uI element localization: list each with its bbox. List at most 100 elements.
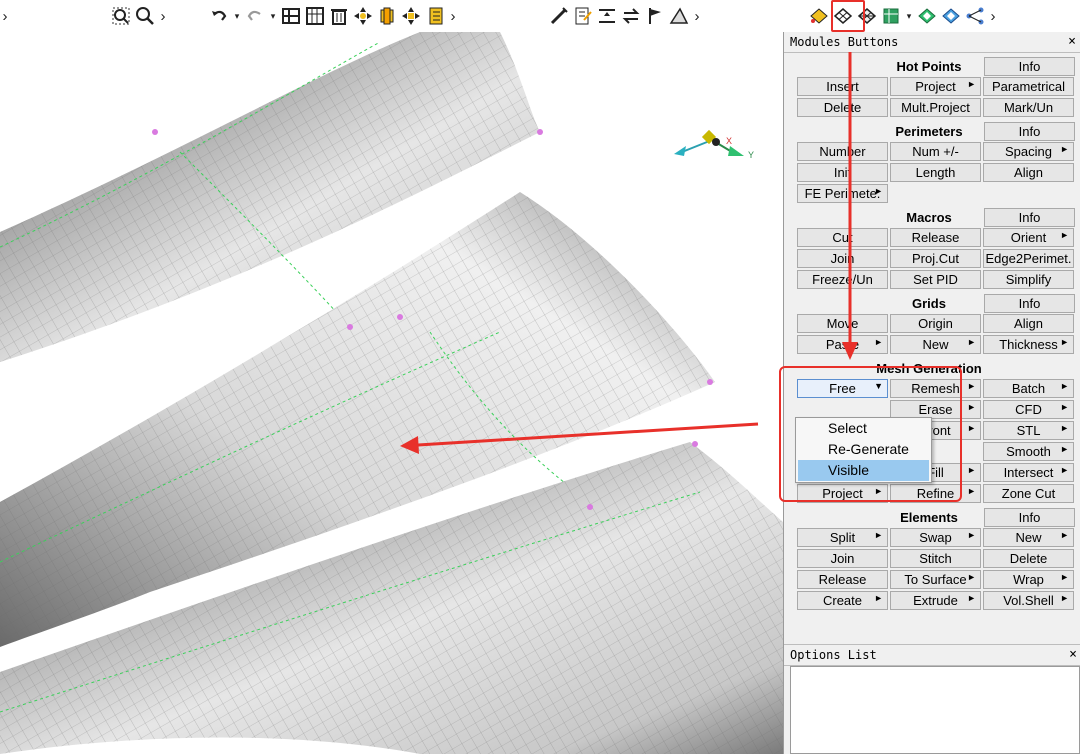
options-list-close-button[interactable]: × — [1069, 645, 1077, 665]
module-button-stitch[interactable]: Stitch — [890, 549, 981, 568]
solid-icon[interactable] — [880, 5, 902, 27]
module-button-align[interactable]: Align — [983, 314, 1074, 333]
modules-panel-close-button[interactable]: × — [1068, 32, 1076, 52]
list-icon[interactable] — [424, 5, 446, 27]
module-button-smooth[interactable]: Smooth ► — [983, 442, 1074, 461]
module-button-mark-un[interactable]: Mark/Un — [983, 98, 1074, 117]
submenu-arrow-icon: ► — [1060, 337, 1069, 347]
module-button-swap[interactable]: Swap ► — [890, 528, 981, 547]
module-button-join[interactable]: Join — [797, 249, 888, 268]
module-button-delete[interactable]: Delete — [983, 549, 1074, 568]
module-button-align[interactable]: Align — [983, 163, 1074, 182]
angle-icon[interactable] — [668, 5, 690, 27]
grid-icon[interactable] — [280, 5, 302, 27]
options-list-body[interactable] — [790, 666, 1080, 754]
module-button-intersect[interactable]: Intersect ► — [983, 463, 1074, 482]
module-button-label: Remesh — [911, 381, 960, 396]
section-title[interactable]: Mesh Generation — [834, 361, 1024, 376]
module-button-vol-shell[interactable]: Vol.Shell ► — [983, 591, 1074, 610]
modules-more-chevron[interactable]: › — [988, 8, 998, 25]
module-button-cut[interactable]: Cut — [797, 228, 888, 247]
feature2-icon[interactable] — [940, 5, 962, 27]
module-button-stl[interactable]: STL ► — [983, 421, 1074, 440]
module-button-split[interactable]: Split ► — [797, 528, 888, 547]
module-button-mult-project[interactable]: Mult.Project — [890, 98, 981, 117]
module-button-spacing[interactable]: Spacing ► — [983, 142, 1074, 161]
module-button-project[interactable]: Project ► — [797, 484, 888, 503]
feature-icon[interactable] — [916, 5, 938, 27]
module-button-create[interactable]: Create ► — [797, 591, 888, 610]
flag-icon[interactable] — [644, 5, 666, 27]
table-icon[interactable] — [304, 5, 326, 27]
hotpoint-icon[interactable] — [808, 5, 830, 27]
button-row: Join Proj.Cut Edge2Perimet. — [784, 249, 1080, 269]
color-icon[interactable] — [376, 5, 398, 27]
module-button-move[interactable]: Move — [797, 314, 888, 333]
module-button-remesh[interactable]: Remesh ► — [890, 379, 981, 398]
section-info-button[interactable]: Info — [984, 122, 1075, 141]
module-button-label: Thickness — [999, 337, 1058, 352]
move-icon[interactable] — [400, 5, 422, 27]
module-button-project[interactable]: Project ► — [890, 77, 981, 96]
module-button-freeze-un[interactable]: Freeze/Un — [797, 270, 888, 289]
dropdown-item-select[interactable]: Select — [796, 418, 931, 439]
tools-more-chevron[interactable]: › — [692, 8, 702, 25]
module-button-num-[interactable]: Num +/- — [890, 142, 981, 161]
module-button-release[interactable]: Release — [890, 228, 981, 247]
modules-panel: Modules Buttons × Hot Points Info Insert Pr… — [783, 32, 1080, 754]
module-button-paste[interactable]: Paste ► — [797, 335, 888, 354]
section-info-button[interactable]: Info — [984, 208, 1075, 227]
module-button-label: Release — [911, 230, 960, 245]
module-button-new[interactable]: New ► — [983, 528, 1074, 547]
undo-dropdown-icon[interactable]: ▾ — [232, 11, 242, 22]
module-button-delete[interactable]: Delete — [797, 98, 888, 117]
model-viewport[interactable]: X Y — [0, 32, 783, 754]
module-button-free[interactable]: Free ▼ — [797, 379, 888, 398]
dropdown-item-visible[interactable]: Visible — [798, 460, 929, 481]
dropdown-item-re-generate[interactable]: Re-Generate — [796, 439, 931, 460]
module-button-orient[interactable]: Orient ► — [983, 228, 1074, 247]
section-info-button[interactable]: Info — [984, 294, 1075, 313]
zoom-fit-icon[interactable] — [110, 5, 132, 27]
redo-dropdown-icon[interactable]: ▾ — [268, 11, 278, 22]
module-button-thickness[interactable]: Thickness ► — [983, 335, 1074, 354]
module-button-number[interactable]: Number — [797, 142, 888, 161]
swap-icon[interactable] — [620, 5, 642, 27]
notes-icon[interactable] — [572, 5, 594, 27]
module-button-batch[interactable]: Batch ► — [983, 379, 1074, 398]
redo-icon[interactable] — [244, 5, 266, 27]
module-button-simplify[interactable]: Simplify — [983, 270, 1074, 289]
module-button-cfd[interactable]: CFD ► — [983, 400, 1074, 419]
undo-icon[interactable] — [208, 5, 230, 27]
view-more-chevron[interactable]: › — [158, 8, 168, 25]
measure-icon[interactable] — [548, 5, 570, 27]
module-button-refine[interactable]: Refine ► — [890, 484, 981, 503]
section-info-button[interactable]: Info — [984, 508, 1075, 527]
toolbar-more-chevron[interactable]: › — [0, 8, 10, 25]
module-button-edge2perimet-[interactable]: Edge2Perimet. — [983, 249, 1074, 268]
edit-more-chevron[interactable]: › — [448, 8, 458, 25]
delete-icon[interactable] — [328, 5, 350, 27]
module-button-release[interactable]: Release — [797, 570, 888, 589]
solid-dropdown-icon[interactable]: ▾ — [904, 11, 914, 22]
module-button-wrap[interactable]: Wrap ► — [983, 570, 1074, 589]
submenu-arrow-icon: ► — [1060, 572, 1069, 582]
section-info-button[interactable]: Info — [984, 57, 1075, 76]
module-button-extrude[interactable]: Extrude ► — [890, 591, 981, 610]
module-button-parametrical[interactable]: Parametrical — [983, 77, 1074, 96]
module-button-to-surface[interactable]: To Surface ► — [890, 570, 981, 589]
transform-icon[interactable] — [352, 5, 374, 27]
module-button-init[interactable]: Init — [797, 163, 888, 182]
module-button-insert[interactable]: Insert — [797, 77, 888, 96]
zoom-icon[interactable] — [134, 5, 156, 27]
module-button-length[interactable]: Length — [890, 163, 981, 182]
module-button-set-pid[interactable]: Set PID — [890, 270, 981, 289]
module-button-join[interactable]: Join — [797, 549, 888, 568]
module-button-proj-cut[interactable]: Proj.Cut — [890, 249, 981, 268]
align-icon[interactable] — [596, 5, 618, 27]
module-button-new[interactable]: New ► — [890, 335, 981, 354]
module-button-fe-perimete-[interactable]: FE Perimete. ► — [797, 184, 888, 203]
module-button-origin[interactable]: Origin — [890, 314, 981, 333]
branch-icon[interactable] — [964, 5, 986, 27]
module-button-zone-cut[interactable]: Zone Cut — [983, 484, 1074, 503]
